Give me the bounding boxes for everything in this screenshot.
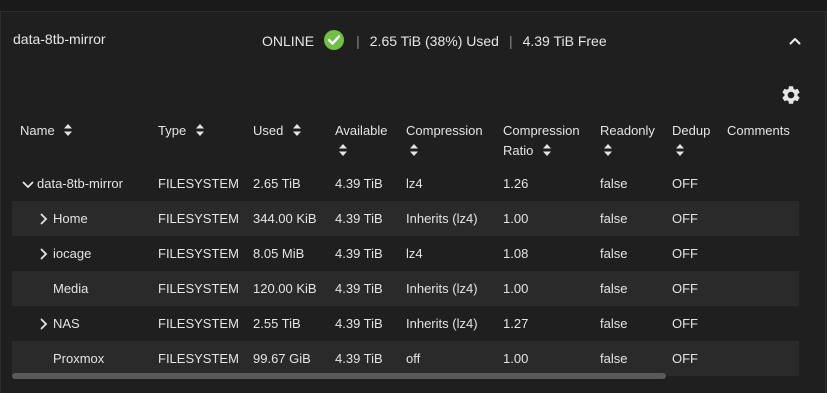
dataset-readonly: false bbox=[600, 351, 628, 366]
dataset-compression-ratio: 1.00 bbox=[503, 211, 529, 226]
table-row[interactable]: data-8tb-mirror FILESYSTEM 2.65 TiB 4.39… bbox=[12, 166, 799, 201]
table-row[interactable]: iocage FILESYSTEM 8.05 MiB 4.39 TiB lz4 … bbox=[12, 236, 799, 271]
dataset-name: Proxmox bbox=[53, 351, 105, 366]
pool-name: data-8tb-mirror bbox=[13, 31, 106, 47]
pool-status: ONLINE | 2.65 TiB (38%) Used | 4.39 TiB … bbox=[262, 30, 607, 51]
column-header-type[interactable]: Type bbox=[158, 121, 204, 142]
dataset-compression-ratio: 1.00 bbox=[503, 281, 529, 296]
dataset-compression: Inherits (lz4) bbox=[406, 281, 478, 296]
dataset-available: 4.39 TiB bbox=[335, 176, 383, 191]
dataset-readonly: false bbox=[600, 316, 628, 331]
table-row[interactable]: Media FILESYSTEM 120.00 KiB 4.39 TiB Inh… bbox=[12, 271, 799, 306]
dataset-available: 4.39 TiB bbox=[335, 351, 383, 366]
dataset-used: 99.67 GiB bbox=[253, 351, 311, 366]
dataset-available: 4.39 TiB bbox=[335, 316, 383, 331]
sort-arrows-icon[interactable] bbox=[64, 122, 73, 142]
dataset-used: 120.00 KiB bbox=[253, 281, 317, 296]
dataset-available: 4.39 TiB bbox=[335, 281, 383, 296]
dataset-dedup: OFF bbox=[672, 176, 698, 191]
dataset-name: Home bbox=[53, 211, 88, 226]
sort-arrows-icon[interactable] bbox=[542, 142, 551, 162]
column-header-readonly[interactable]: Readonly bbox=[600, 121, 655, 162]
dataset-compression-ratio: 1.08 bbox=[503, 246, 529, 261]
dataset-used: 8.05 MiB bbox=[253, 246, 305, 261]
status-separator: | bbox=[356, 33, 360, 49]
column-header-available[interactable]: Available bbox=[335, 121, 388, 162]
dataset-compression: Inherits (lz4) bbox=[406, 211, 478, 226]
dataset-used: 344.00 KiB bbox=[253, 211, 317, 226]
horizontal-scrollbar[interactable] bbox=[12, 373, 666, 379]
dataset-readonly: false bbox=[600, 246, 628, 261]
dataset-dedup: OFF bbox=[672, 281, 698, 296]
pool-header: data-8tb-mirror ONLINE | 2.65 TiB (38%) … bbox=[0, 11, 827, 69]
sort-arrows-icon[interactable] bbox=[676, 142, 710, 162]
sort-arrows-icon[interactable] bbox=[195, 122, 204, 142]
column-header-dedup[interactable]: Dedup bbox=[672, 121, 710, 162]
column-header-compression[interactable]: Compression bbox=[406, 121, 483, 162]
dataset-dedup: OFF bbox=[672, 351, 698, 366]
status-text: ONLINE bbox=[262, 33, 315, 49]
dataset-compression-ratio: 1.00 bbox=[503, 351, 529, 366]
dataset-available: 4.39 TiB bbox=[335, 211, 383, 226]
chevron-down-icon[interactable] bbox=[22, 178, 34, 193]
dataset-dedup: OFF bbox=[672, 316, 698, 331]
chevron-right-icon[interactable] bbox=[39, 318, 49, 333]
column-header-comments: Comments bbox=[727, 123, 790, 138]
dataset-available: 4.39 TiB bbox=[335, 246, 383, 261]
dataset-readonly: false bbox=[600, 176, 628, 191]
used-summary: 2.65 TiB (38%) Used bbox=[369, 33, 499, 49]
gear-icon[interactable] bbox=[780, 84, 802, 106]
dataset-readonly: false bbox=[600, 281, 628, 296]
dataset-type: FILESYSTEM bbox=[158, 176, 239, 191]
dataset-compression-ratio: 1.27 bbox=[503, 316, 529, 331]
column-header-used[interactable]: Used bbox=[253, 121, 301, 142]
dataset-used: 2.55 TiB bbox=[253, 316, 301, 331]
dataset-type: FILESYSTEM bbox=[158, 316, 239, 331]
table-row[interactable]: NAS FILESYSTEM 2.55 TiB 4.39 TiB Inherit… bbox=[12, 306, 799, 341]
dataset-dedup: OFF bbox=[672, 246, 698, 261]
check-circle-icon bbox=[324, 30, 345, 50]
table-row[interactable]: Proxmox FILESYSTEM 99.67 GiB 4.39 TiB of… bbox=[12, 341, 799, 376]
chevron-right-icon[interactable] bbox=[39, 248, 49, 263]
sort-arrows-icon[interactable] bbox=[339, 142, 388, 162]
sort-arrows-icon[interactable] bbox=[604, 142, 655, 162]
dataset-name: iocage bbox=[53, 246, 92, 261]
dataset-compression: off bbox=[406, 351, 421, 366]
dataset-name: Media bbox=[53, 281, 89, 296]
chevron-up-icon[interactable] bbox=[787, 33, 803, 49]
sort-arrows-icon[interactable] bbox=[292, 122, 301, 142]
dataset-name: data-8tb-mirror bbox=[37, 176, 123, 191]
dataset-compression: lz4 bbox=[406, 176, 423, 191]
dataset-name: NAS bbox=[53, 316, 80, 331]
dataset-compression: lz4 bbox=[406, 246, 423, 261]
dataset-type: FILESYSTEM bbox=[158, 281, 239, 296]
table-row[interactable]: Home FILESYSTEM 344.00 KiB 4.39 TiB Inhe… bbox=[12, 201, 799, 236]
dataset-type: FILESYSTEM bbox=[158, 211, 239, 226]
status-separator: | bbox=[508, 33, 513, 49]
dataset-dedup: OFF bbox=[672, 211, 698, 226]
dataset-compression-ratio: 1.26 bbox=[503, 176, 529, 191]
column-header-name[interactable]: Name bbox=[20, 121, 73, 142]
dataset-compression: Inherits (lz4) bbox=[406, 316, 478, 331]
dataset-readonly: false bbox=[600, 211, 628, 226]
dataset-type: FILESYSTEM bbox=[158, 351, 239, 366]
column-header-compression-ratio[interactable]: Compression Ratio bbox=[503, 121, 580, 162]
chevron-right-icon[interactable] bbox=[39, 213, 49, 228]
dataset-type: FILESYSTEM bbox=[158, 246, 239, 261]
sort-arrows-icon[interactable] bbox=[410, 142, 483, 162]
dataset-used: 2.65 TiB bbox=[253, 176, 301, 191]
free-summary: 4.39 TiB Free bbox=[522, 33, 607, 49]
